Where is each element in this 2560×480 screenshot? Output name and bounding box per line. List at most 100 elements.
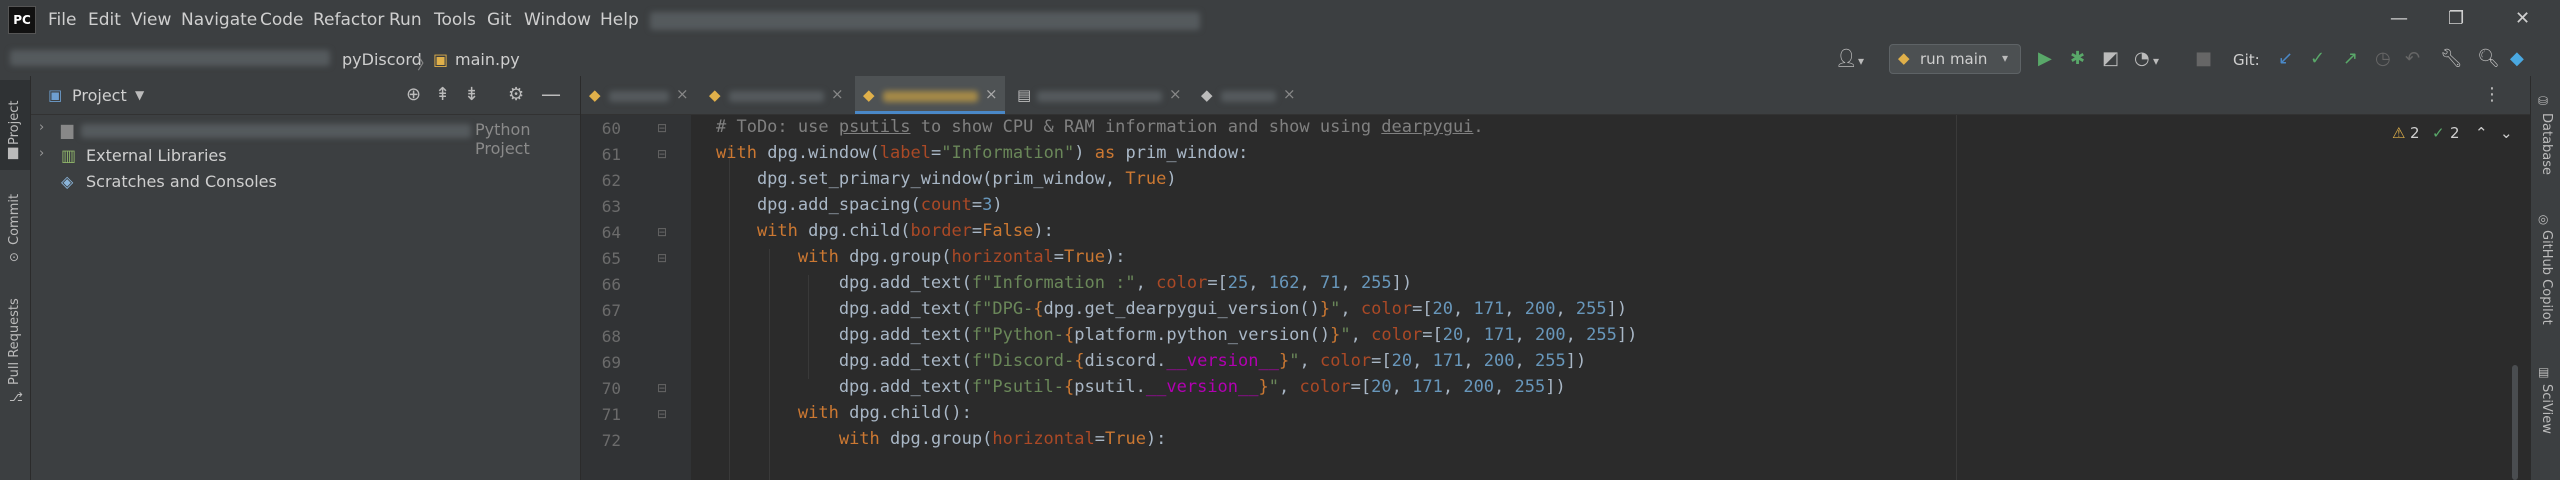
close-tab-icon[interactable]: ×: [1283, 85, 1296, 103]
editor-tab-active[interactable]: ◆ ×: [855, 76, 1005, 114]
code-line-68: dpg.add_text(f"Python-{platform.python_v…: [716, 325, 1638, 345]
run-configuration-select[interactable]: ◆ run main ▾: [1889, 44, 2021, 74]
menu-bar: PC File Edit View Navigate Code Refactor…: [0, 0, 2560, 42]
menu-help[interactable]: Help: [600, 10, 639, 30]
jetbrains-icon[interactable]: ◆: [2510, 48, 2524, 69]
window-title-redacted: [650, 12, 1200, 30]
tab-name-redacted: [1037, 91, 1162, 102]
line-number: 69: [601, 353, 621, 372]
minimize-icon[interactable]: —: [2390, 8, 2408, 29]
scrollbar-thumb[interactable]: [2512, 365, 2518, 480]
chevron-right-icon[interactable]: ›: [39, 146, 44, 161]
fold-icon[interactable]: ⊟: [657, 147, 667, 161]
menu-code[interactable]: Code: [260, 10, 304, 30]
database-tab-label[interactable]: Database: [2539, 113, 2554, 175]
fold-icon[interactable]: ⊟: [657, 225, 667, 239]
tab-name-redacted: [729, 91, 824, 102]
git-update-icon[interactable]: ↙: [2278, 48, 2293, 69]
chevron-right-icon[interactable]: ›: [39, 120, 44, 135]
folder-icon: ▆: [61, 120, 74, 139]
restore-icon[interactable]: ❐: [2448, 8, 2464, 29]
close-tab-icon[interactable]: ×: [831, 85, 844, 103]
line-number: 64: [601, 223, 621, 242]
project-tab-label[interactable]: Project: [7, 101, 22, 145]
menu-git[interactable]: Git: [487, 10, 512, 30]
search-icon[interactable]: 🔍︎: [2477, 48, 2500, 69]
code-line-69: dpg.add_text(f"Discord-{discord.__versio…: [716, 351, 1587, 371]
tree-item-label: Scratches and Consoles: [86, 172, 277, 191]
project-panel-title[interactable]: Project: [72, 86, 127, 105]
code-line-66: dpg.add_text(f"Information :", color=[25…: [716, 273, 1413, 293]
settings-icon[interactable]: 🔧︎: [2440, 48, 2463, 69]
code-line-60: # ToDo: use psutils to show CPU & RAM in…: [716, 117, 1484, 137]
ok-count[interactable]: 2: [2450, 124, 2460, 142]
editor-tab[interactable]: ◆ ×: [1193, 76, 1303, 114]
fold-icon[interactable]: ⊟: [657, 251, 667, 265]
code-line-64: with dpg.child(border=False):: [756, 221, 1054, 241]
typo-check-icon[interactable]: ✓: [2432, 124, 2445, 142]
stop-icon[interactable]: ■: [2195, 48, 2212, 69]
code-editor[interactable]: # ToDo: use psutils to show CPU & RAM in…: [691, 115, 2530, 480]
warning-icon[interactable]: ⚠: [2392, 124, 2405, 142]
git-label: Git:: [2233, 51, 2260, 69]
hide-icon[interactable]: —: [541, 82, 561, 106]
fold-icon[interactable]: ⊟: [657, 407, 667, 421]
locate-icon[interactable]: ⊕: [406, 84, 421, 105]
tree-item-project-root[interactable]: › ▆ Python Project: [31, 118, 580, 158]
coverage-icon[interactable]: ◩: [2102, 48, 2119, 69]
next-highlight-icon[interactable]: ⌄: [2500, 124, 2513, 142]
tree-item-scratches[interactable]: ◈ Scratches and Consoles: [31, 170, 580, 196]
previous-highlight-icon[interactable]: ⌃: [2475, 124, 2488, 142]
menu-run[interactable]: Run: [389, 10, 422, 30]
menu-file[interactable]: File: [48, 10, 76, 30]
user-icon[interactable]: 👤︎: [1835, 48, 1858, 69]
breadcrumb-redacted: [10, 50, 330, 66]
debug-icon[interactable]: ✱: [2070, 48, 2085, 69]
chevron-down-icon[interactable]: ▾: [2153, 54, 2159, 68]
menu-edit[interactable]: Edit: [88, 10, 121, 30]
line-number: 68: [601, 327, 621, 346]
chevron-down-icon[interactable]: ▼: [135, 88, 144, 102]
line-number: 63: [601, 197, 621, 216]
code-line-62: dpg.set_primary_window(prim_window, True…: [716, 169, 1177, 189]
menu-window[interactable]: Window: [524, 10, 591, 30]
menu-tools[interactable]: Tools: [434, 10, 476, 30]
warning-count[interactable]: 2: [2410, 124, 2420, 142]
close-tab-icon[interactable]: ×: [985, 85, 998, 103]
editor-tab[interactable]: ▤ ×: [1009, 76, 1189, 114]
fold-icon[interactable]: ⊟: [657, 381, 667, 395]
menu-navigate[interactable]: Navigate: [181, 10, 257, 30]
close-icon[interactable]: ✕: [2515, 8, 2530, 29]
more-tabs-icon[interactable]: ⋮: [2483, 84, 2501, 105]
expand-all-icon[interactable]: ⇞: [435, 84, 450, 105]
history-icon[interactable]: ◷: [2375, 48, 2391, 69]
commit-tab-label[interactable]: Commit: [7, 194, 22, 245]
code-line-61: with dpg.window(label="Information") as …: [716, 143, 1249, 163]
vertical-scrollbar[interactable]: [2509, 115, 2521, 480]
editor-tab[interactable]: ◆ ×: [701, 76, 851, 114]
collapse-all-icon[interactable]: ⇟: [464, 84, 479, 105]
breadcrumb-file[interactable]: main.py: [455, 50, 520, 69]
tree-item-external-libraries[interactable]: › ▥ External Libraries: [31, 144, 580, 170]
close-tab-icon[interactable]: ×: [1169, 85, 1182, 103]
project-root-name-redacted: [81, 124, 471, 138]
rollback-icon[interactable]: ↶: [2405, 48, 2420, 69]
gear-icon[interactable]: ⚙: [508, 84, 524, 105]
editor-tab[interactable]: ◆ ×: [581, 76, 696, 114]
breadcrumb-project[interactable]: pyDiscord: [342, 50, 422, 69]
run-icon[interactable]: ▶: [2038, 48, 2052, 69]
chevron-down-icon: ▾: [2002, 51, 2009, 65]
python-file-icon: ◆: [589, 86, 601, 104]
pull-requests-tab-label[interactable]: Pull Requests: [7, 298, 22, 385]
profile-icon[interactable]: ◔: [2134, 48, 2150, 69]
git-push-icon[interactable]: ↗: [2343, 48, 2358, 69]
copilot-tab-label[interactable]: GitHub Copilot: [2539, 230, 2554, 325]
git-commit-icon[interactable]: ✓: [2310, 48, 2325, 69]
menu-view[interactable]: View: [131, 10, 171, 30]
sciview-tab-label[interactable]: SciView: [2539, 384, 2554, 434]
sciview-icon: ▤: [2538, 365, 2550, 379]
chevron-down-icon[interactable]: ▾: [1858, 54, 1864, 68]
fold-icon[interactable]: ⊟: [657, 121, 667, 135]
close-tab-icon[interactable]: ×: [676, 85, 689, 103]
menu-refactor[interactable]: Refactor: [313, 10, 384, 30]
